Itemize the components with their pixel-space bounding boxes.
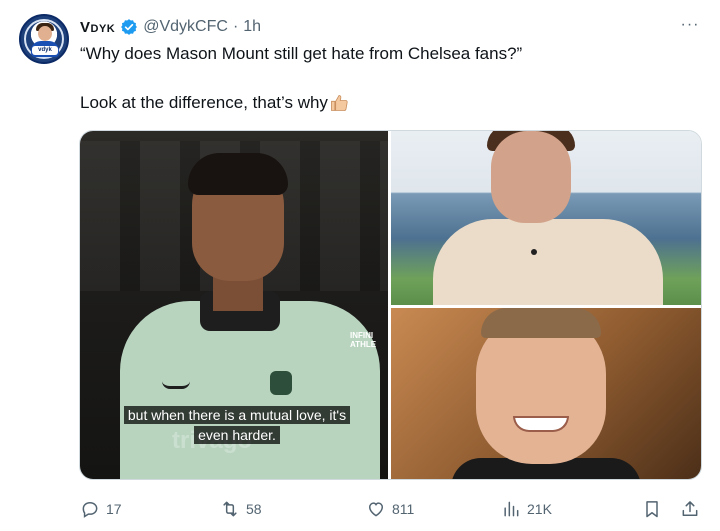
player-hair [481,308,601,338]
reply-button[interactable]: 17 [80,495,122,523]
player-head [491,131,571,223]
club-crest [270,371,292,395]
bookmark-button[interactable] [642,495,662,523]
verified-badge-icon [121,19,138,35]
views-icon [504,501,519,517]
author-handle[interactable]: @VdykCFC [143,18,228,36]
tweet: vdyk Vdyk @VdykCFC · 1h ··· “Why does Ma… [0,0,720,531]
player-hair [188,153,288,195]
like-icon [368,502,384,517]
video-caption: but when there is a mutual love, it's ev… [102,405,372,445]
avatar-face [38,26,52,41]
reply-count: 17 [106,501,122,517]
tweet-text-line2-text: Look at the difference, that’s why [80,93,328,112]
action-bar: 17 58 811 21K [0,495,720,523]
avatar-tag: vdyk [32,46,58,55]
lapel-mic [531,249,537,255]
media-image-top-right[interactable] [391,131,701,305]
media-image-left[interactable]: INFINI ATHLE trivago but when there is a… [80,131,388,479]
sleeve-brand: INFINI ATHLE [350,331,377,349]
tweet-text-line2: Look at the difference, that’s why [80,93,349,113]
caption-line2: even harder. [194,426,280,444]
header-separator: · [232,18,239,35]
author-name[interactable]: Vdyk [80,19,115,36]
repost-button[interactable]: 58 [220,495,262,523]
media-image-bottom-right[interactable] [391,308,701,479]
tweet-header: Vdyk @VdykCFC · 1h [80,15,261,39]
player-smile [513,416,569,432]
sponsor-logo [162,381,190,389]
repost-count: 58 [246,501,262,517]
more-icon[interactable]: ··· [678,17,702,37]
player-sweater [433,219,663,305]
tweet-time[interactable]: 1h [243,18,261,36]
views-count: 21K [527,501,552,517]
repost-icon [223,501,237,517]
like-count: 811 [392,501,415,517]
caption-line1: but when there is a mutual love, it's [123,406,351,424]
like-button[interactable]: 811 [366,495,414,523]
media-grid: INFINI ATHLE trivago but when there is a… [79,130,702,480]
reply-icon [82,501,98,518]
bookmark-icon [646,501,658,518]
views-button[interactable]: 21K [501,495,552,523]
share-button[interactable] [680,495,700,523]
avatar[interactable]: vdyk [19,14,69,64]
thumbs-up-emoji [331,95,348,111]
tweet-text-line1: “Why does Mason Mount still get hate fro… [80,44,523,63]
share-icon [682,501,698,516]
